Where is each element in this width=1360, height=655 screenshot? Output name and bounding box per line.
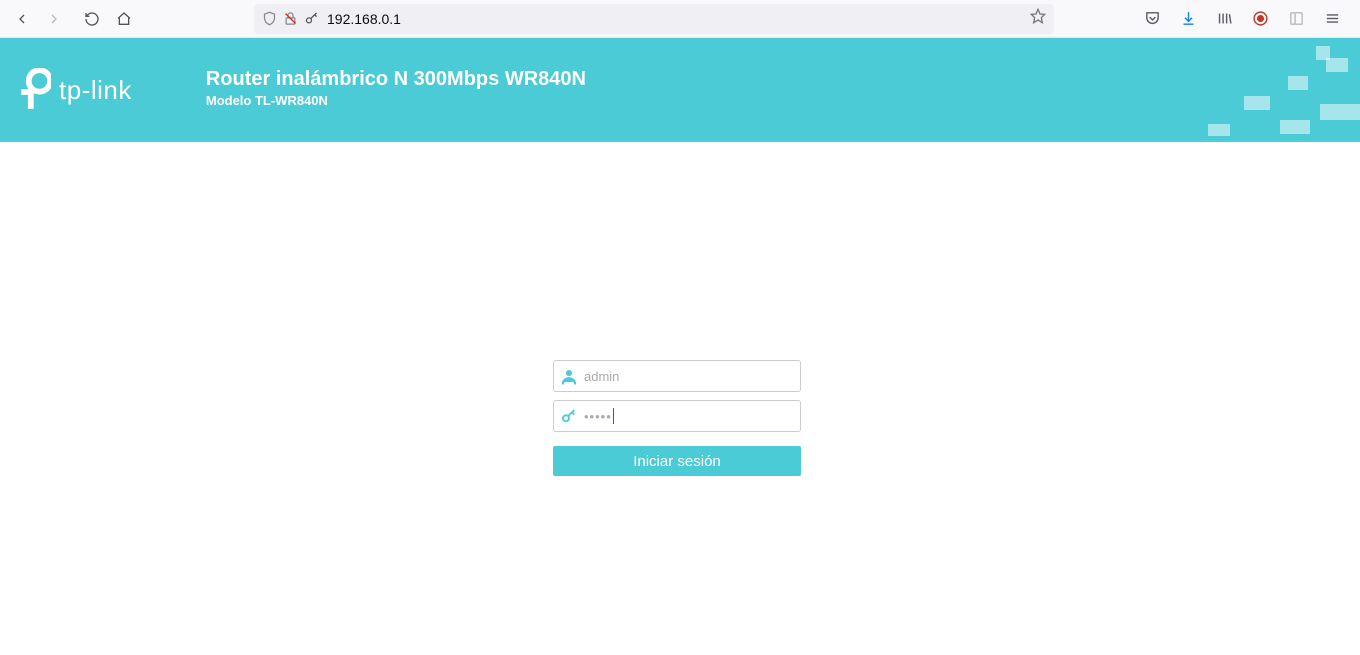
- key-icon: [560, 407, 578, 425]
- extension-icon[interactable]: [1250, 9, 1270, 29]
- password-field[interactable]: •••••: [553, 400, 801, 432]
- username-input[interactable]: [584, 369, 794, 384]
- header-titles: Router inalámbrico N 300Mbps WR840N Mode…: [206, 68, 586, 108]
- page-title: Router inalámbrico N 300Mbps WR840N: [206, 68, 586, 91]
- menu-icon[interactable]: [1322, 9, 1342, 29]
- router-header: tp-link Router inalámbrico N 300Mbps WR8…: [0, 38, 1360, 142]
- login-form: ••••• Iniciar sesión: [553, 360, 801, 476]
- page-subtitle: Modelo TL-WR840N: [206, 93, 586, 108]
- forward-button[interactable]: [40, 5, 68, 33]
- tp-link-logo-icon: [18, 68, 51, 112]
- back-button[interactable]: [8, 5, 36, 33]
- brand-logo: tp-link: [18, 68, 132, 112]
- insecure-lock-icon: [283, 11, 298, 26]
- decorative-shapes: [1160, 38, 1360, 142]
- brand-name: tp-link: [59, 75, 132, 106]
- address-icons: [262, 11, 319, 26]
- sidebar-toggle-icon[interactable]: [1286, 9, 1306, 29]
- address-bar[interactable]: 192.168.0.1: [254, 4, 1054, 34]
- login-button[interactable]: Iniciar sesión: [553, 446, 801, 476]
- reload-button[interactable]: [78, 5, 106, 33]
- key-icon: [304, 11, 319, 26]
- url-text: 192.168.0.1: [327, 4, 1022, 34]
- downloads-icon[interactable]: [1178, 9, 1198, 29]
- toolbar-right-icons: [1142, 9, 1352, 29]
- pocket-icon[interactable]: [1142, 9, 1162, 29]
- username-field[interactable]: [553, 360, 801, 392]
- home-button[interactable]: [110, 5, 138, 33]
- user-icon: [560, 367, 578, 385]
- library-icon[interactable]: [1214, 9, 1234, 29]
- bookmark-star-icon[interactable]: [1030, 8, 1046, 29]
- browser-toolbar: 192.168.0.1: [0, 0, 1360, 38]
- shield-icon: [262, 11, 277, 26]
- password-input[interactable]: •••••: [584, 408, 614, 424]
